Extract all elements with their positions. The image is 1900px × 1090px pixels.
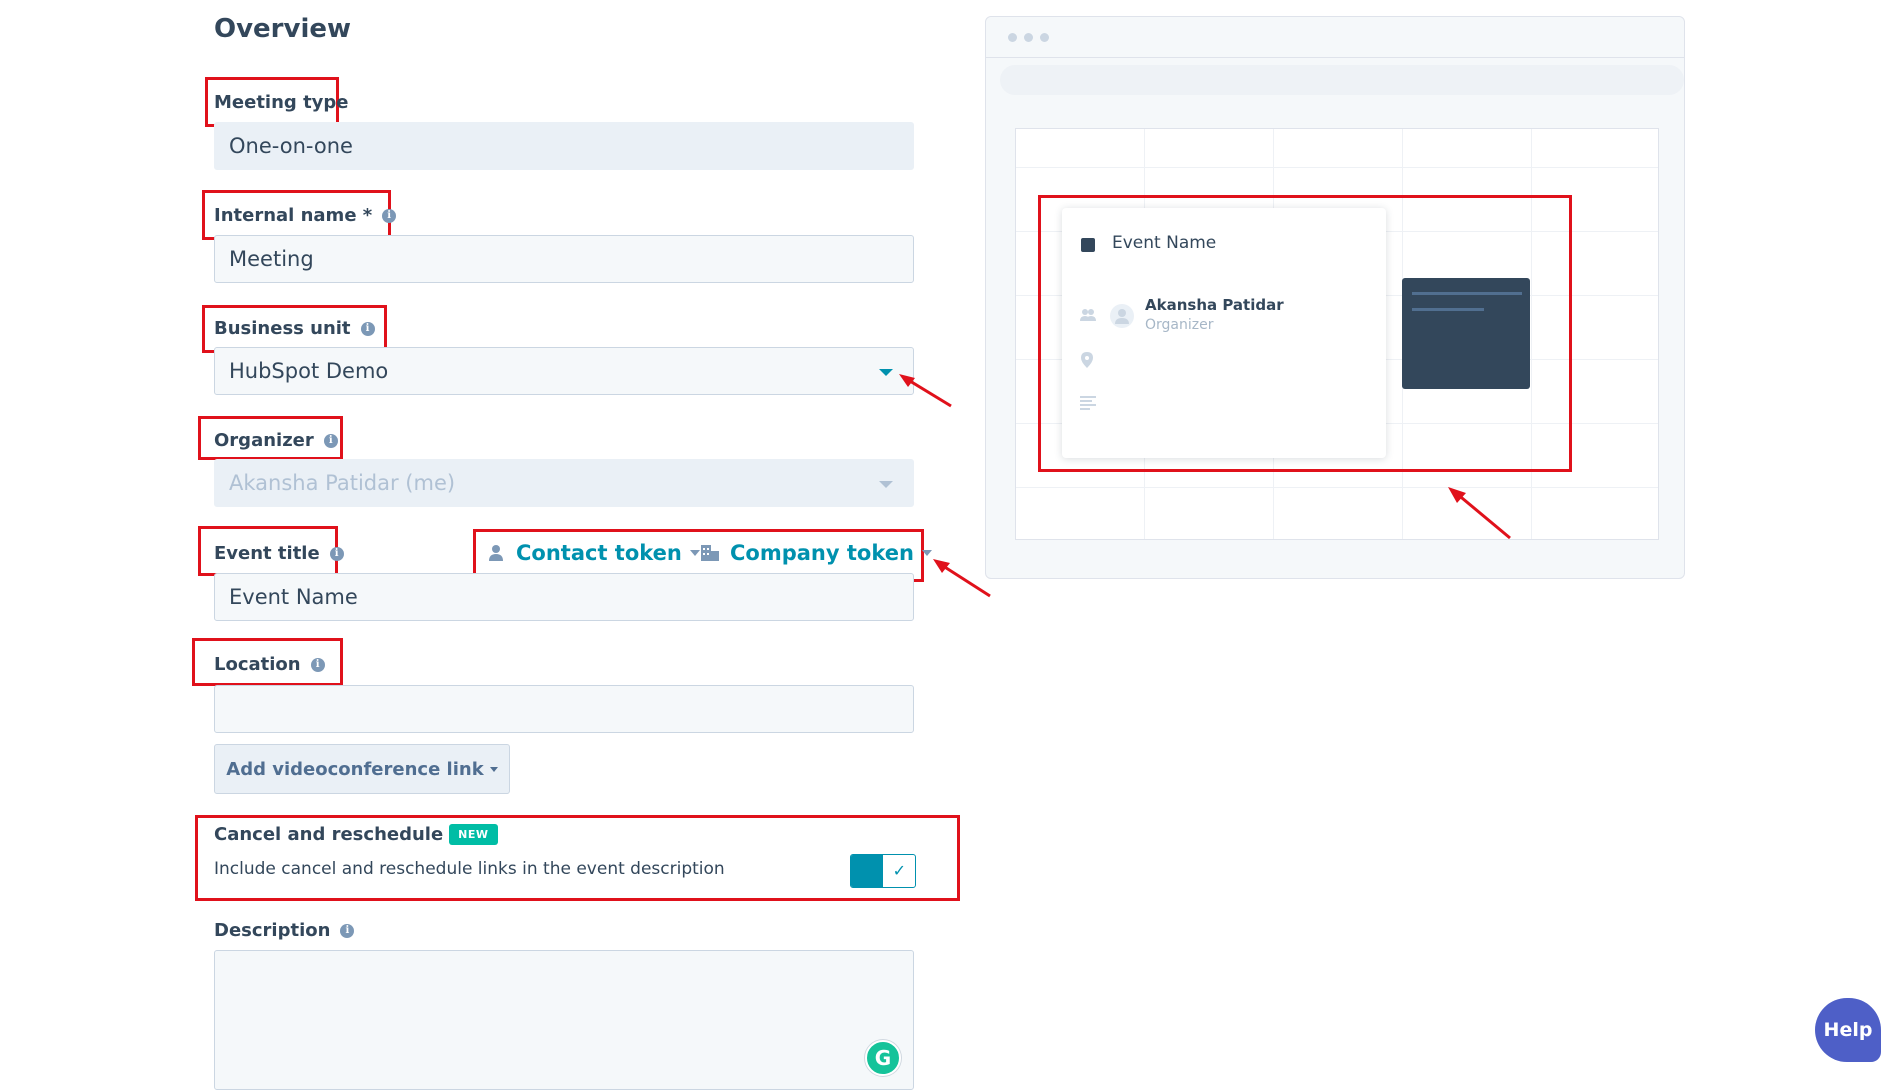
organizer-label-text: Organizer [214, 430, 314, 451]
add-videoconference-label: Add videoconference link [226, 758, 484, 780]
description-label: Description i [214, 920, 355, 941]
checkmark-icon: ✓ [892, 861, 906, 880]
organizer-select: Akansha Patidar (me) [214, 459, 914, 507]
window-dot-icon [1024, 33, 1033, 42]
description-textarea[interactable] [214, 950, 914, 1090]
window-dot-icon [1008, 33, 1017, 42]
cancel-reschedule-toggle[interactable]: ✓ [850, 854, 916, 888]
preview-url-bar [1000, 65, 1684, 95]
help-label: Help [1823, 1019, 1873, 1041]
company-icon [701, 545, 719, 561]
toggle-on-indicator [851, 855, 883, 887]
section-title-overview: Overview [214, 14, 352, 44]
grammarly-letter: G [874, 1046, 892, 1070]
business-unit-select[interactable]: HubSpot Demo [214, 347, 914, 395]
business-unit-value: HubSpot Demo [229, 359, 389, 383]
location-label-text: Location [214, 654, 301, 675]
cancel-reschedule-description: Include cancel and reschedule links in t… [214, 859, 725, 879]
info-icon[interactable]: i [382, 208, 397, 223]
dropdown-caret-icon [689, 550, 700, 556]
info-icon[interactable]: i [323, 433, 338, 448]
grammarly-icon[interactable]: G [865, 1040, 901, 1076]
cancel-reschedule-label: Cancel and reschedule NEW [214, 824, 498, 845]
new-badge: NEW [449, 824, 498, 845]
annotation-arrow-business-unit [899, 374, 952, 408]
meeting-type-label-text: Meeting type [214, 92, 349, 113]
preview-window-titlebar [986, 17, 1684, 58]
info-icon[interactable]: i [340, 923, 355, 938]
location-label: Location i [214, 654, 325, 675]
event-title-input[interactable]: Event Name [214, 573, 914, 621]
dropdown-caret-icon [879, 481, 893, 488]
dropdown-caret-icon [489, 766, 498, 772]
business-unit-label-text: Business unit [214, 318, 351, 339]
meeting-type-label: Meeting type [214, 92, 349, 113]
annotation-box-preview [1038, 195, 1572, 472]
internal-name-label-text: Internal name * [214, 205, 373, 226]
contact-icon [489, 545, 503, 561]
contact-token-label: Contact token [516, 541, 682, 565]
meeting-type-value: One-on-one [229, 134, 353, 158]
organizer-label: Organizer i [214, 430, 338, 451]
description-label-text: Description [214, 920, 331, 941]
location-input[interactable] [214, 685, 914, 733]
event-title-label-text: Event title [214, 543, 320, 564]
help-button[interactable]: Help [1815, 998, 1881, 1062]
window-dot-icon [1040, 33, 1049, 42]
grid-line [1016, 487, 1658, 488]
organizer-value: Akansha Patidar (me) [229, 471, 456, 495]
add-videoconference-button[interactable]: Add videoconference link [214, 744, 510, 794]
dropdown-caret-icon [879, 369, 893, 376]
event-title-label: Event title i [214, 543, 344, 564]
company-token-button[interactable]: Company token [700, 541, 932, 565]
company-token-label: Company token [730, 541, 914, 565]
meeting-type-field: One-on-one [214, 122, 914, 170]
internal-name-value: Meeting [229, 247, 314, 271]
internal-name-input[interactable]: Meeting [214, 235, 914, 283]
event-title-value: Event Name [229, 585, 358, 609]
info-icon[interactable]: i [310, 657, 325, 672]
contact-token-button[interactable]: Contact token [488, 541, 700, 565]
grid-line [1016, 167, 1658, 168]
annotation-arrow-preview [1448, 487, 1511, 540]
cancel-reschedule-label-text: Cancel and reschedule [214, 824, 444, 845]
internal-name-label: Internal name * i [214, 205, 397, 226]
business-unit-label: Business unit i [214, 318, 375, 339]
info-icon[interactable]: i [329, 546, 344, 561]
info-icon[interactable]: i [360, 321, 375, 336]
